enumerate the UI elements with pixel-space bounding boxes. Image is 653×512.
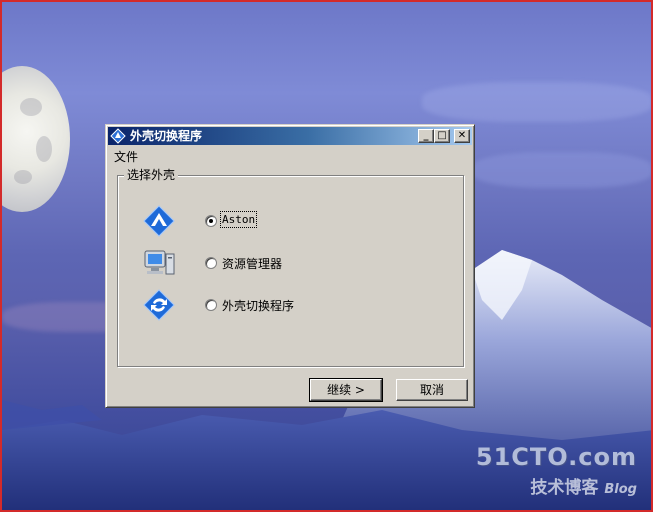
app-icon [110, 128, 126, 144]
close-button[interactable]: ✕ [454, 129, 470, 143]
window-title: 外壳切换程序 [130, 129, 203, 143]
shell-switcher-icon [143, 289, 175, 321]
minimize-button[interactable]: _ [418, 129, 434, 143]
shell-switcher-dialog: 外壳切换程序 _ □ ✕ 文件 选择外壳 Aston 资源管理器 外壳切换程序 … [105, 124, 475, 408]
radio-aston[interactable] [205, 215, 217, 227]
watermark: 51CTO.com 技术博客 Blog [476, 443, 637, 498]
option-explorer: 资源管理器 [106, 242, 466, 282]
option-label-shell-switcher[interactable]: 外壳切换程序 [222, 297, 294, 314]
option-label-aston[interactable]: Aston [219, 211, 258, 228]
watermark-text: 技术博客 [530, 478, 599, 498]
aston-diamond-icon [143, 205, 175, 237]
option-shell-switcher: 外壳切换程序 [106, 284, 466, 324]
continue-button[interactable]: 继续 > [309, 378, 383, 402]
menu-bar: 文件 [108, 146, 472, 164]
watermark-line2: 技术博客 Blog [476, 473, 637, 498]
option-aston: Aston [106, 200, 466, 240]
cancel-button[interactable]: 取消 [396, 379, 468, 401]
maximize-button[interactable]: □ [434, 129, 450, 143]
watermark-blog: Blog [604, 482, 637, 497]
title-bar[interactable]: 外壳切换程序 _ □ ✕ [108, 127, 472, 145]
menu-file[interactable]: 文件 [114, 148, 138, 165]
computer-icon [144, 250, 175, 275]
watermark-site: 51CTO.com [475, 443, 637, 471]
radio-explorer[interactable] [205, 257, 217, 269]
radio-shell-switcher[interactable] [205, 299, 217, 311]
option-label-explorer[interactable]: 资源管理器 [222, 255, 282, 272]
group-label: 选择外壳 [124, 166, 179, 183]
